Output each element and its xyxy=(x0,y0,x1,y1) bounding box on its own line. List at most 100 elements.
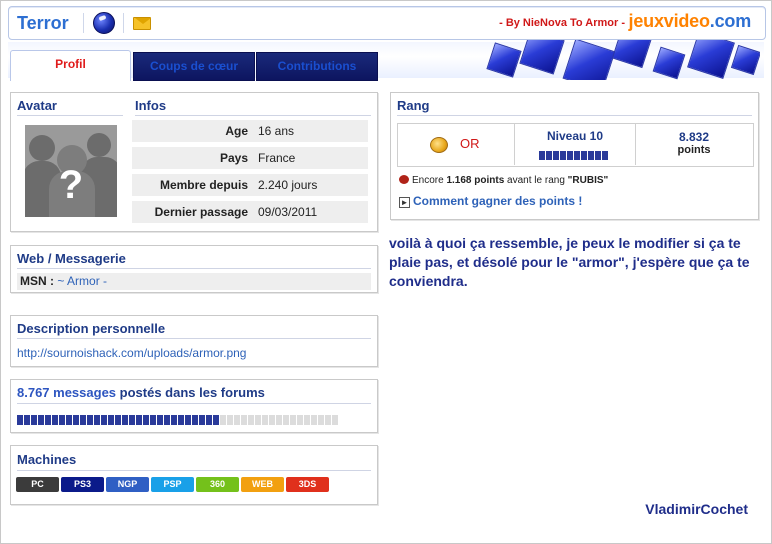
info-row-age: Age 16 ans xyxy=(132,120,368,142)
machine-badge-3ds: 3DS xyxy=(286,477,329,492)
brand-logo[interactable]: jeuxvideo.com xyxy=(629,11,752,32)
progress-segment xyxy=(227,415,233,425)
progress-segment xyxy=(150,415,156,425)
user-avatar-icon[interactable] xyxy=(93,12,115,34)
progress-segment xyxy=(38,415,44,425)
progress-segment xyxy=(115,415,121,425)
progress-segment xyxy=(59,415,65,425)
brand-tld: .com xyxy=(709,11,751,31)
progress-segment xyxy=(332,415,338,425)
profile-header: Terror - By NieNova To Armor - jeuxvideo… xyxy=(8,6,766,40)
progress-segment xyxy=(129,415,135,425)
points-label: points xyxy=(677,144,711,156)
progress-segment xyxy=(304,415,310,425)
level-segment xyxy=(588,151,594,160)
points-value: 8.832 xyxy=(678,130,710,144)
progress-segment xyxy=(171,415,177,425)
how-points-link-row[interactable]: ► Comment gagner des points ! xyxy=(399,194,582,208)
machines-panel: Machines xyxy=(10,445,378,505)
silhouette-head xyxy=(87,133,111,157)
forum-underline xyxy=(17,403,371,404)
web-underline xyxy=(17,268,371,269)
machine-badge-web: WEB xyxy=(241,477,284,492)
progress-segment xyxy=(66,415,72,425)
progress-segment xyxy=(178,415,184,425)
machines-underline xyxy=(17,470,371,471)
progress-segment xyxy=(45,415,51,425)
progress-segment xyxy=(80,415,86,425)
cube-icon xyxy=(611,40,653,69)
progress-segment xyxy=(157,415,163,425)
level-label: Niveau 10 xyxy=(546,129,604,143)
progress-segment xyxy=(143,415,149,425)
encore-suffix: avant le rang xyxy=(504,175,568,186)
progress-segment xyxy=(255,415,261,425)
header-separator xyxy=(123,13,124,33)
cube-icon xyxy=(730,44,760,76)
machine-badge-ngp: NGP xyxy=(106,477,149,492)
progress-segment xyxy=(101,415,107,425)
comment-message: voilà à quoi ça ressemble, je peux le mo… xyxy=(389,235,750,289)
tab-contributions[interactable]: Contributions xyxy=(256,52,378,81)
progress-segment xyxy=(262,415,268,425)
progress-segment xyxy=(87,415,93,425)
rang-underline xyxy=(397,115,752,116)
progress-segment xyxy=(17,415,23,425)
description-link[interactable]: http://sournoishack.com/uploads/armor.pn… xyxy=(17,346,246,360)
level-segment xyxy=(595,151,601,160)
progress-segment xyxy=(24,415,30,425)
cube-icon xyxy=(519,40,565,75)
gold-rank-icon xyxy=(430,137,448,153)
info-key: Pays xyxy=(219,151,248,165)
progress-segment xyxy=(192,415,198,425)
tab-profil[interactable]: Profil xyxy=(10,50,131,81)
msn-link[interactable]: ~ Armor - xyxy=(57,274,107,288)
forum-text: postés dans les forums xyxy=(116,385,265,400)
progress-segment xyxy=(220,415,226,425)
encore-prefix: Encore xyxy=(412,175,447,186)
level-progress-bar xyxy=(539,147,611,160)
level-segment xyxy=(574,151,580,160)
forum-count: 8.767 messages xyxy=(17,385,117,400)
next-rank-text: Encore 1.168 points avant le rang "RUBIS… xyxy=(399,175,608,186)
machines-heading: Machines xyxy=(17,452,77,467)
question-mark-icon: ? xyxy=(58,163,84,207)
info-key: Age xyxy=(225,124,248,138)
level-segment xyxy=(560,151,566,160)
forum-stats: 8.767 messages postés dans les forums xyxy=(17,385,265,400)
progress-segment xyxy=(31,415,37,425)
progress-segment xyxy=(290,415,296,425)
decorative-cubes xyxy=(470,40,760,80)
info-row-dernier-passage: Dernier passage 09/03/2011 xyxy=(132,201,368,223)
msn-label: MSN : xyxy=(20,274,54,288)
progress-segment xyxy=(269,415,275,425)
cube-icon xyxy=(652,46,686,80)
info-key: Membre depuis xyxy=(159,178,248,192)
progress-segment xyxy=(234,415,240,425)
mail-flap xyxy=(135,18,151,24)
progress-segment xyxy=(283,415,289,425)
msn-row: MSN : ~ Armor - xyxy=(17,273,371,290)
tab-coups-de-coeur[interactable]: Coups de cœur xyxy=(133,52,255,81)
description-panel: Description personnelle http://sournoish… xyxy=(10,315,378,367)
comment-signature: VladimirCochet xyxy=(645,501,748,517)
description-heading: Description personnelle xyxy=(17,321,166,336)
level-segment xyxy=(602,151,608,160)
machine-badge-psp: PSP xyxy=(151,477,194,492)
machine-badge-ps3: PS3 xyxy=(61,477,104,492)
progress-segment xyxy=(318,415,324,425)
profile-title: Terror xyxy=(17,13,69,33)
level-cell: Niveau 10 xyxy=(515,123,636,165)
avatar-placeholder: ? xyxy=(25,125,117,217)
arrow-right-icon: ► xyxy=(399,197,410,208)
how-points-link[interactable]: Comment gagner des points ! xyxy=(413,194,582,208)
level-segment xyxy=(567,151,573,160)
header-separator xyxy=(83,13,84,33)
infos-heading: Infos xyxy=(135,98,167,113)
progress-segment xyxy=(199,415,205,425)
rank-cell: OR xyxy=(398,123,515,165)
progress-segment xyxy=(108,415,114,425)
progress-segment xyxy=(248,415,254,425)
silhouette-head xyxy=(29,135,55,161)
machine-badge-pc: PC xyxy=(16,477,59,492)
